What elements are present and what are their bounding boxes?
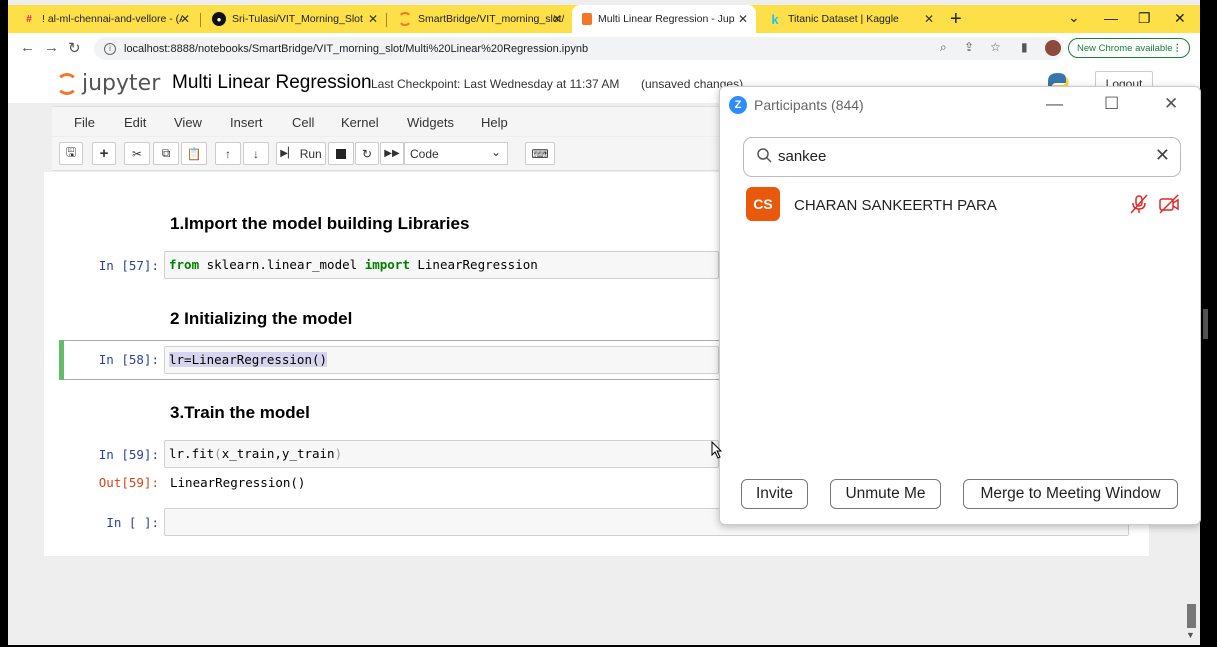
scroll-down-icon[interactable]: ▼ <box>1186 630 1195 640</box>
close-tab-icon[interactable]: ✕ <box>368 12 378 26</box>
tab-slack[interactable]: # ! al-ml-chennai-and-vellore - (AF ✕ <box>12 5 198 33</box>
tab-github[interactable]: ● Sri-Tulasi/VIT_Morning_Slot ✕ <box>202 5 386 33</box>
menu-view[interactable]: View <box>174 115 202 130</box>
markdown-heading: 2 Initializing the model <box>170 309 353 328</box>
cell-prompt: In [57]: <box>98 258 159 273</box>
menu-edit[interactable]: Edit <box>124 115 146 130</box>
code-cell-input[interactable]: from sklearn.linear_model import LinearR… <box>164 251 719 279</box>
close-tab-icon[interactable]: ✕ <box>180 12 190 26</box>
zoom-participants-window: Z Participants (844) — ☐ ✕ sankee ✕ CS C… <box>719 86 1201 525</box>
invite-button[interactable]: Invite <box>741 479 808 509</box>
mouse-cursor-icon <box>711 441 723 459</box>
markdown-heading: 3.Train the model <box>170 403 310 422</box>
insert-cell-icon[interactable]: + <box>92 142 116 165</box>
scrollbar-thumb[interactable] <box>1187 604 1196 628</box>
tab-search-icon[interactable]: ⌄ <box>1068 9 1080 26</box>
menu-widgets[interactable]: Widgets <box>407 115 454 130</box>
jupyter-logo-icon <box>56 72 78 95</box>
notebook-icon <box>582 13 592 25</box>
run-button[interactable]: ▶▏ Run <box>276 142 326 165</box>
close-window-icon[interactable]: ✕ <box>1174 10 1186 27</box>
participant-search-input[interactable]: sankee ✕ <box>743 137 1181 177</box>
selected-cell-indicator <box>59 340 64 380</box>
tab-divider <box>386 13 387 27</box>
new-tab-icon[interactable]: + <box>950 8 962 31</box>
cut-icon[interactable]: ✂ <box>124 142 150 165</box>
checkpoint-status: Last Checkpoint: Last Wednesday at 11:37… <box>371 77 620 91</box>
participants-title: Participants (844) <box>754 97 864 113</box>
cell-prompt: In [ ]: <box>106 515 159 530</box>
save-icon[interactable]: 🖫 <box>59 142 83 165</box>
slack-icon: # <box>26 13 32 25</box>
back-icon[interactable]: ← <box>20 39 35 56</box>
move-up-icon[interactable]: ↑ <box>215 142 241 165</box>
address-bar-row: ← → ↻ i localhost:8888/notebooks/SmartBr… <box>8 33 1200 63</box>
minimize-icon[interactable]: — <box>1104 10 1118 26</box>
notebook-title[interactable]: Multi Linear Regression <box>172 72 372 94</box>
reload-icon[interactable]: ↻ <box>68 39 81 57</box>
jupyter-logo[interactable]: jupyter <box>56 71 160 96</box>
copy-icon[interactable]: ⧉ <box>153 142 179 165</box>
tab-kaggle[interactable]: k Titanic Dataset | Kaggle ✕ <box>758 5 942 33</box>
paste-icon[interactable]: 📋 <box>181 142 207 165</box>
menu-insert[interactable]: Insert <box>230 115 263 130</box>
menu-help[interactable]: Help <box>481 115 508 130</box>
run-icon: ▶▏ <box>280 148 296 159</box>
url-text[interactable]: localhost:8888/notebooks/SmartBridge/VIT… <box>124 43 588 55</box>
zoom-logo-icon: Z <box>729 96 747 114</box>
cell-output: LinearRegression() <box>170 475 306 490</box>
address-bar[interactable]: i localhost:8888/notebooks/SmartBridge/V… <box>94 37 1064 60</box>
participant-row[interactable]: CS CHARAN SANKEERTH PARA <box>746 187 1186 221</box>
bookmark-star-icon[interactable]: ☆ <box>990 40 1001 54</box>
markdown-heading: 1.Import the model building Libraries <box>170 214 470 233</box>
tab-bar: # ! al-ml-chennai-and-vellore - (AF ✕ ● … <box>8 5 1200 33</box>
menu-kernel[interactable]: Kernel <box>341 115 379 130</box>
cell-prompt: In [58]: <box>98 352 159 367</box>
menu-file[interactable]: File <box>74 115 95 130</box>
code-cell-input[interactable]: lr.fit(x_train,y_train) <box>164 440 719 468</box>
close-tab-icon[interactable]: ✕ <box>552 12 562 26</box>
unmute-me-button[interactable]: Unmute Me <box>830 479 941 509</box>
participant-avatar: CS <box>746 187 780 221</box>
microphone-muted-icon <box>1130 194 1148 214</box>
move-down-icon[interactable]: ↓ <box>243 142 269 165</box>
kaggle-icon: k <box>771 11 779 27</box>
video-off-icon <box>1159 194 1179 214</box>
merge-to-meeting-window-button[interactable]: Merge to Meeting Window <box>963 479 1178 509</box>
close-tab-icon[interactable]: ✕ <box>924 12 934 26</box>
cell-prompt: In [59]: <box>98 447 159 462</box>
new-chrome-available-button[interactable]: New Chrome available ⋮ <box>1068 38 1190 58</box>
profile-avatar[interactable] <box>1045 40 1061 56</box>
close-icon[interactable]: ✕ <box>1164 94 1178 114</box>
restore-icon[interactable]: ❐ <box>1138 10 1151 27</box>
restart-run-all-icon[interactable]: ▶▶ <box>380 142 404 165</box>
site-info-icon[interactable]: i <box>104 42 116 55</box>
zoom-icon[interactable]: ⌕ <box>940 40 947 55</box>
restart-icon[interactable]: ↻ <box>355 142 379 165</box>
cell-type-select[interactable]: Code ⌄ <box>404 142 508 165</box>
tab-divider <box>200 13 201 27</box>
participant-name: CHARAN SANKEERTH PARA <box>794 197 997 214</box>
chevron-down-icon: ⌄ <box>490 145 501 159</box>
output-prompt: Out[59]: <box>98 475 159 490</box>
jupyter-icon <box>398 12 412 26</box>
command-palette-icon[interactable]: ⌨ <box>525 142 555 165</box>
code-cell-input[interactable]: lr=LinearRegression() <box>164 346 719 374</box>
github-icon: ● <box>212 12 226 26</box>
window-edge-handle <box>1203 309 1208 339</box>
side-panel-icon[interactable]: ▮ <box>1021 40 1028 54</box>
clear-search-icon[interactable]: ✕ <box>1155 145 1170 166</box>
more-menu-icon[interactable]: ⋮ <box>1173 43 1183 54</box>
share-icon[interactable]: ⇪ <box>964 40 974 54</box>
interrupt-icon[interactable] <box>328 142 354 165</box>
minimize-icon[interactable]: — <box>1046 94 1063 114</box>
close-tab-icon[interactable]: ✕ <box>738 12 748 26</box>
tab-smartbridge[interactable]: SmartBridge/VIT_morning_slot/ ✕ <box>388 5 570 33</box>
tab-multi-linear-regression[interactable]: Multi Linear Regression - Jupyter ✕ <box>572 5 756 33</box>
search-icon <box>757 148 772 163</box>
forward-icon[interactable]: → <box>44 39 59 56</box>
menu-cell[interactable]: Cell <box>292 115 314 130</box>
maximize-icon[interactable]: ☐ <box>1104 94 1119 114</box>
